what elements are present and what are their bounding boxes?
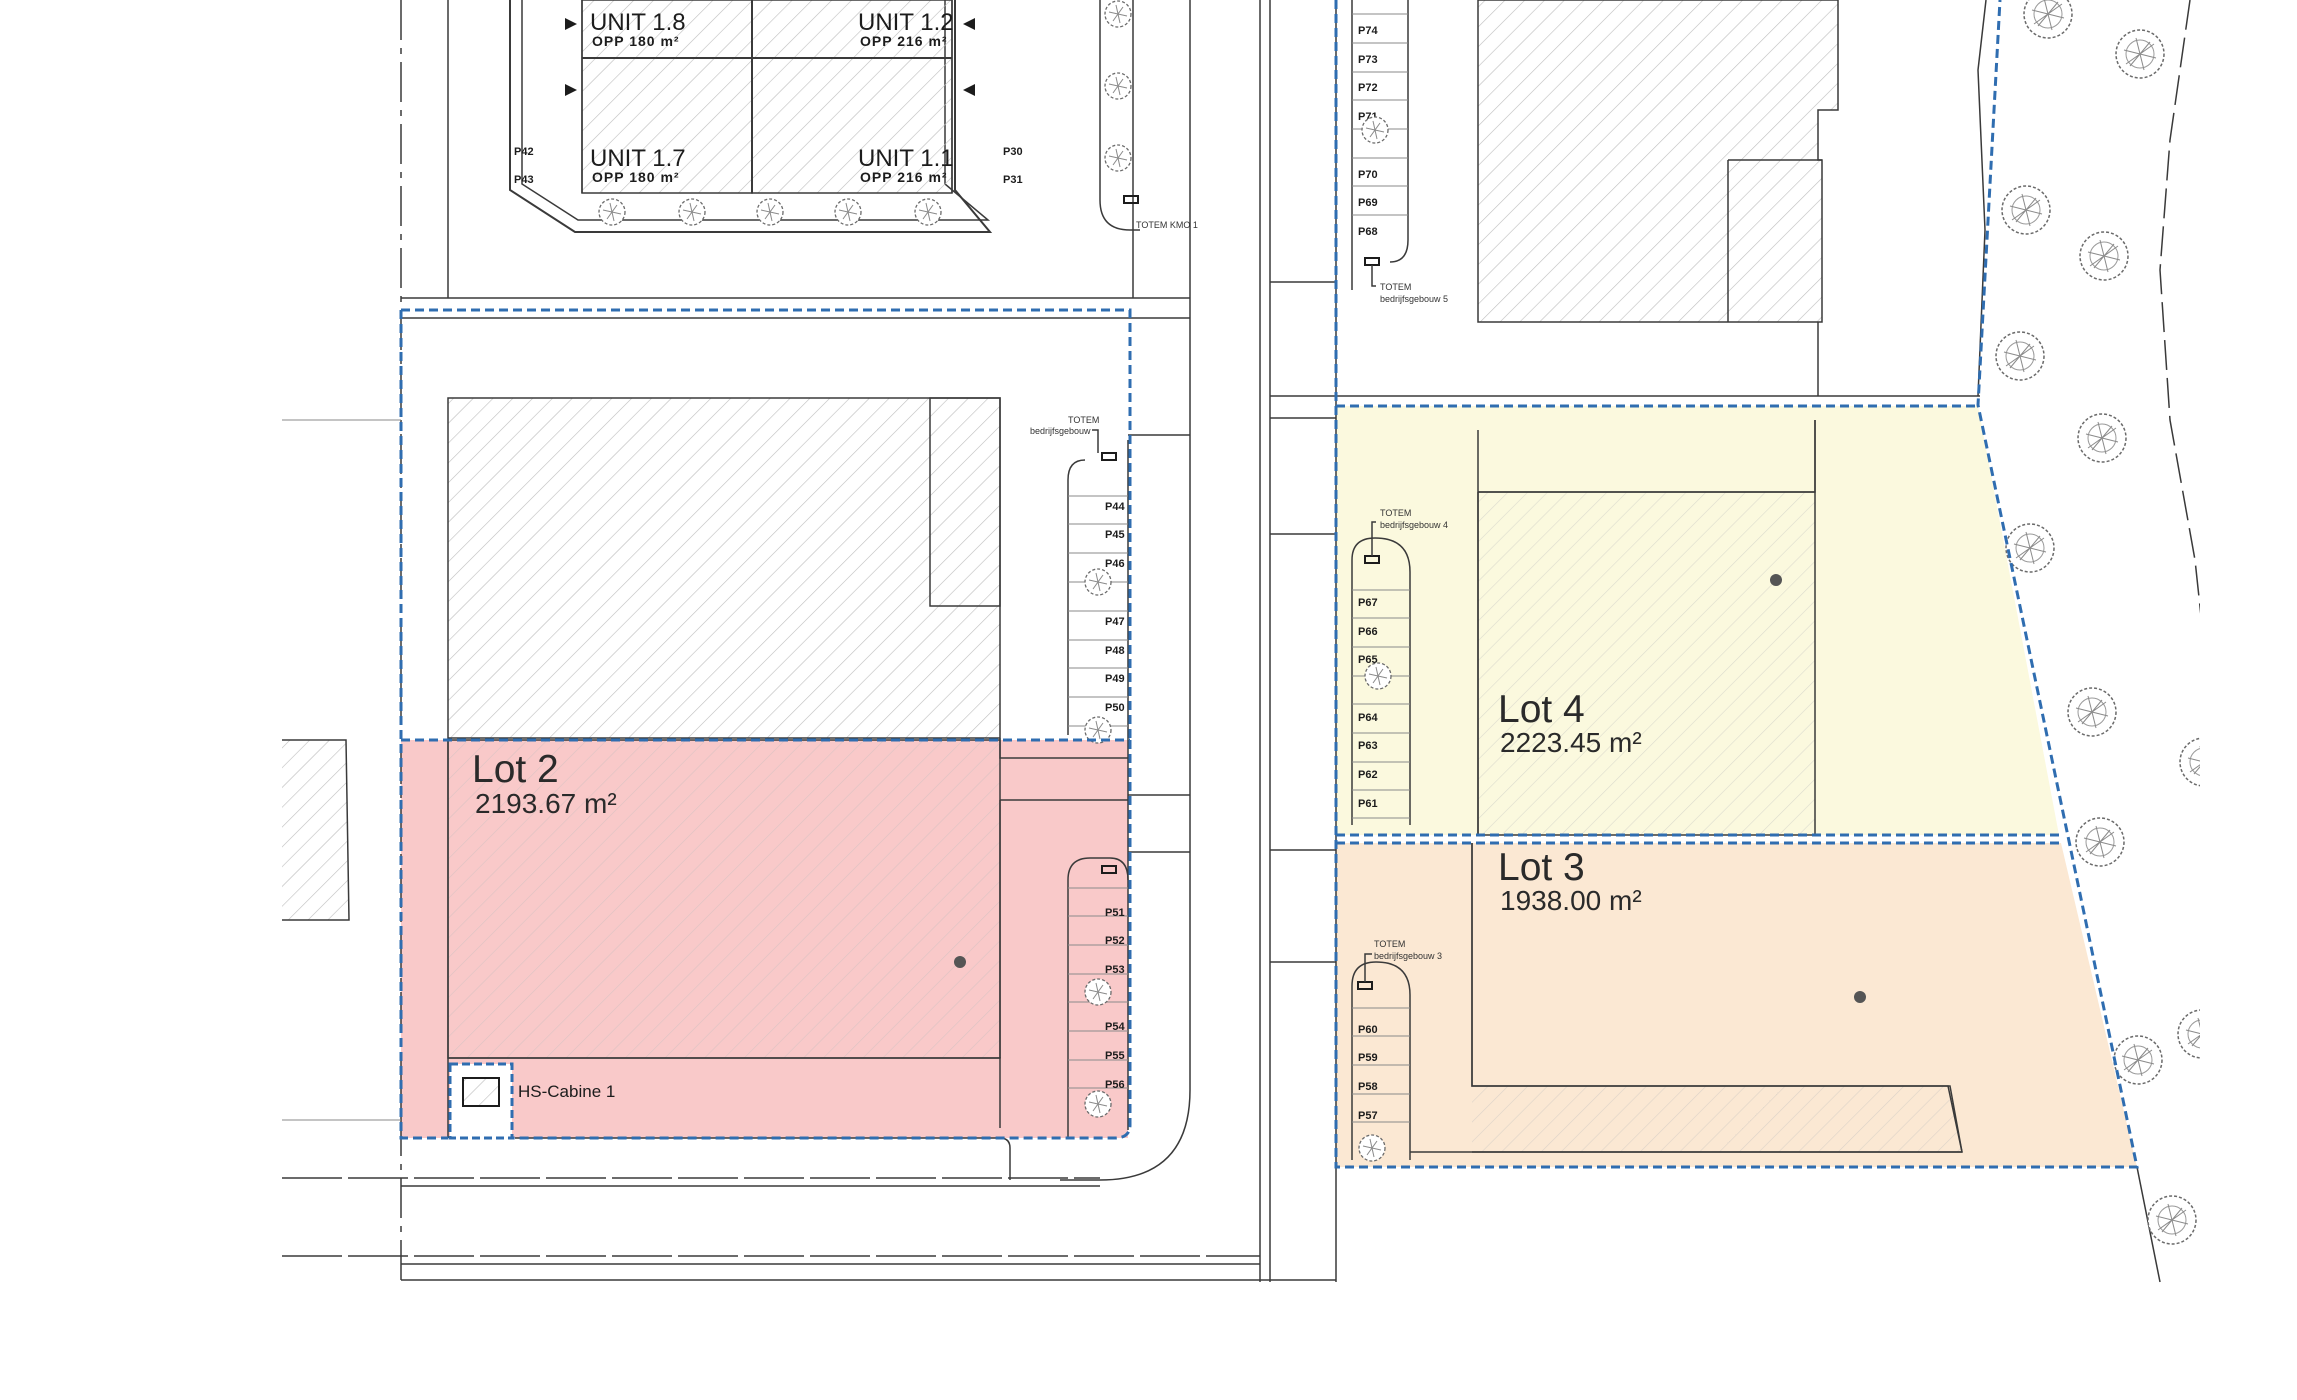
parking-label: P67 (1358, 597, 1378, 609)
lot-area: 2223.45 m² (1500, 727, 1642, 758)
parking-label: P72 (1358, 82, 1378, 94)
building-5 (1477, 0, 1839, 396)
hs-cabine-icon (462, 1077, 500, 1107)
totem-label-top: TOTEM (1374, 939, 1405, 949)
parking-label: P48 (1105, 645, 1125, 657)
site-plan: UNIT 1.8 OPP 180 m² UNIT 1.2 OPP 216 m² … (282, 0, 2297, 1400)
parking-label: P50 (1105, 702, 1125, 714)
parking-label: P59 (1358, 1052, 1378, 1064)
unit-opp: OPP 180 m² (592, 33, 680, 49)
parking-label: P60 (1358, 1024, 1378, 1036)
parking-label: P74 (1358, 25, 1378, 37)
parking-label: P68 (1358, 226, 1378, 238)
totem-label-bottom: bedrijfsgebouw (1030, 426, 1091, 436)
neighbour-building (282, 739, 350, 921)
parking-label: P54 (1105, 1021, 1125, 1033)
totem-label-bottom: bedrijfsgebouw 4 (1380, 520, 1448, 530)
parking-label: P56 (1105, 1079, 1125, 1091)
parking-label: P46 (1105, 558, 1125, 570)
building-point (954, 956, 966, 968)
totem-label-top: TOTEM (1068, 415, 1099, 425)
east-boundary (1977, 0, 1987, 231)
parking-label: P45 (1105, 529, 1125, 541)
parking-label: P64 (1358, 712, 1378, 724)
parking-label: P44 (1105, 501, 1125, 513)
parking-label: P30 (1003, 146, 1023, 158)
parking-label: P57 (1358, 1110, 1378, 1122)
building-point (1770, 574, 1782, 586)
parking-label: P47 (1105, 616, 1125, 628)
lot-area: 1938.00 m² (1500, 885, 1642, 916)
totem-label-bottom: bedrijfsgebouw 3 (1374, 951, 1442, 961)
parking-label: P65 (1358, 654, 1378, 666)
lot-area: 2193.67 m² (475, 788, 617, 819)
unit-opp: OPP 216 m² (860, 33, 948, 49)
hs-cabine-label: HS-Cabine 1 (518, 1082, 615, 1101)
totem-label: TOTEM KMO 1 (1136, 220, 1198, 230)
lot-name: Lot 2 (472, 748, 559, 791)
parking-label: P31 (1003, 174, 1023, 186)
parking-label: P49 (1105, 673, 1125, 685)
parking-label: P55 (1105, 1050, 1125, 1062)
unit-name: UNIT 1.2 (858, 9, 954, 36)
unit-name: UNIT 1.8 (590, 9, 686, 36)
totem-label-top: TOTEM (1380, 282, 1411, 292)
parking-label: P53 (1105, 964, 1125, 976)
parking-label: P69 (1358, 197, 1378, 209)
unit-opp: OPP 180 m² (592, 169, 680, 185)
parking-label: P52 (1105, 935, 1125, 947)
parking-label: P62 (1358, 769, 1378, 781)
parking-label: P70 (1358, 169, 1378, 181)
lot-name: Lot 3 (1498, 846, 1585, 889)
totem-label-bottom: bedrijfsgebouw 5 (1380, 294, 1448, 304)
parking-label: P51 (1105, 907, 1125, 919)
unit-name: UNIT 1.1 (858, 145, 954, 172)
parking-label: P42 (514, 146, 534, 158)
parking-label: P66 (1358, 626, 1378, 638)
parking-label: P61 (1358, 798, 1378, 810)
unit-opp: OPP 216 m² (860, 169, 948, 185)
parking-label: P73 (1358, 54, 1378, 66)
parking-label: P63 (1358, 740, 1378, 752)
parking-label: P43 (514, 174, 534, 186)
building-point (1854, 991, 1866, 1003)
parking-label: P58 (1358, 1081, 1378, 1093)
totem-label-top: TOTEM (1380, 508, 1411, 518)
lot-name: Lot 4 (1498, 688, 1585, 731)
unit-name: UNIT 1.7 (590, 145, 686, 172)
